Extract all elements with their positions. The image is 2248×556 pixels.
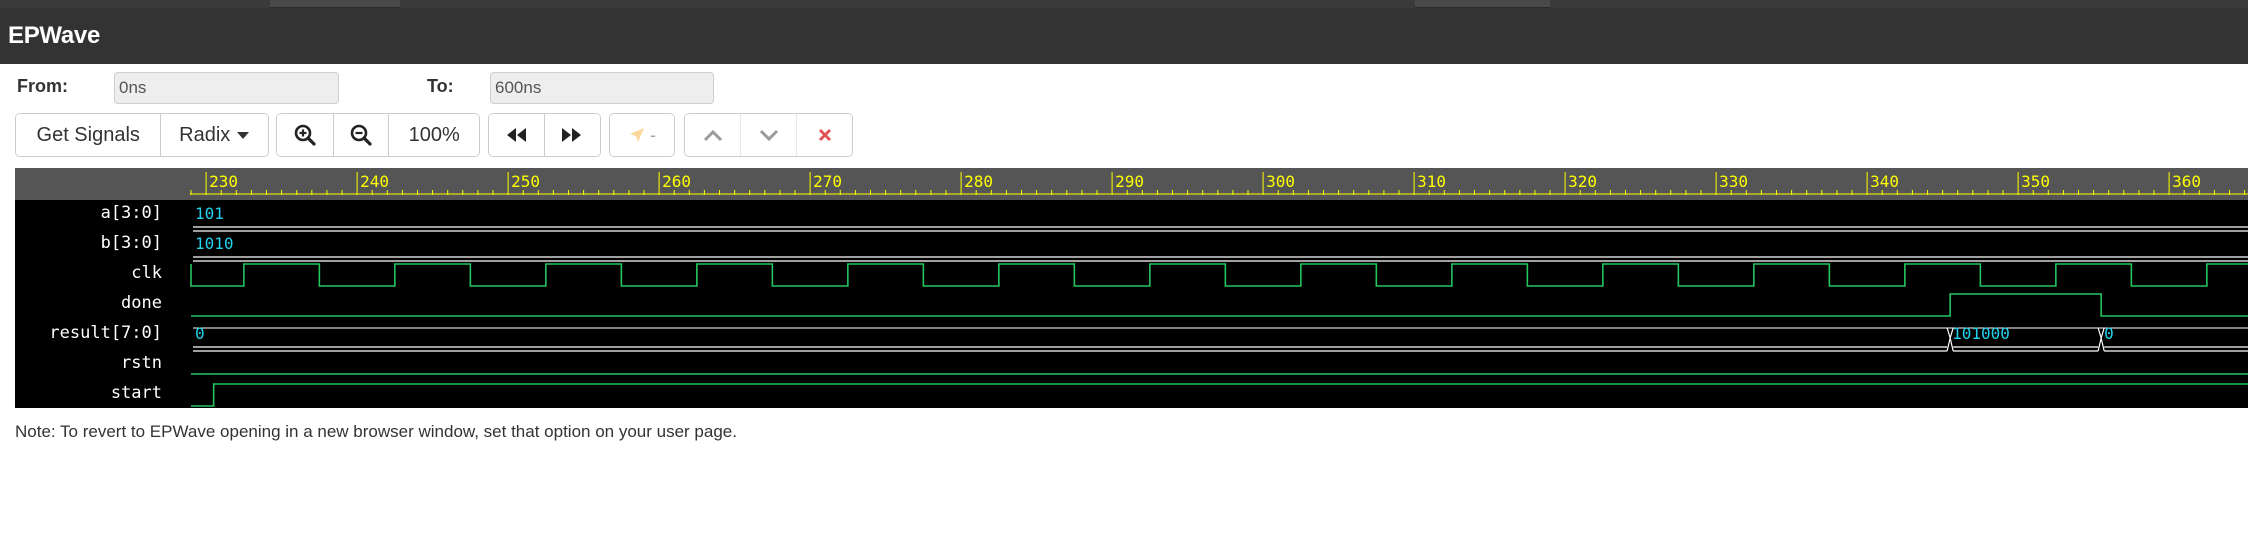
ruler-tick-label: 250 [511, 172, 540, 191]
signals-button-group: Get Signals Radix [15, 113, 269, 157]
navigation-button-group [684, 113, 853, 157]
ruler-tick-label: 270 [813, 172, 842, 191]
signal-name[interactable]: rstn [121, 353, 162, 373]
bus-value: 1010 [195, 234, 234, 253]
to-label: To: [427, 76, 454, 96]
ruler-tick-label: 300 [1266, 172, 1295, 191]
start-waveform [191, 383, 2248, 407]
waveform-viewer[interactable]: 230 240 250 260 270 280 290 300 310 320 330 340 350 3… [15, 168, 2248, 408]
radix-dropdown-button[interactable]: Radix [161, 114, 268, 156]
result-value: 0 [195, 324, 205, 343]
bus-value: 101 [195, 204, 224, 223]
zoom-out-button[interactable] [333, 114, 390, 156]
cursor-value: - [650, 124, 656, 145]
zoom-in-button[interactable] [277, 114, 334, 156]
signal-name[interactable]: b[3:0] [101, 233, 162, 253]
location-arrow-icon [630, 128, 644, 142]
close-icon [818, 128, 831, 142]
result-value: 101000 [1952, 324, 2010, 343]
chevron-up-icon [703, 129, 722, 142]
jump-button-group [488, 113, 601, 157]
next-edge-button[interactable] [741, 114, 797, 156]
ruler-tick-label: 240 [360, 172, 389, 191]
note-text: Note: To revert to EPWave opening in a n… [15, 422, 737, 441]
waveform-canvas[interactable]: 230 240 250 260 270 280 290 300 310 320 330 340 350 3… [15, 168, 2248, 408]
zoom-level-button[interactable]: 100% [389, 114, 479, 156]
caret-down-icon [237, 132, 250, 139]
signal-name[interactable]: done [121, 293, 162, 313]
ruler-tick-label: 260 [662, 172, 691, 191]
get-signals-button[interactable]: Get Signals [16, 114, 162, 156]
zoom-button-group: 100% [276, 113, 480, 157]
signal-name[interactable]: a[3:0] [101, 203, 162, 223]
browser-top-strip [0, 0, 2248, 8]
to-input[interactable] [490, 72, 714, 104]
fast-forward-icon [562, 128, 582, 142]
app-title: EPWave [8, 22, 101, 49]
cursor-button-group: - [609, 113, 675, 157]
from-label: From: [17, 76, 68, 96]
from-input[interactable] [114, 72, 339, 104]
top-strip-tab [1415, 0, 1550, 8]
zoom-out-icon [350, 124, 372, 146]
ruler-tick-label: 230 [209, 172, 238, 191]
ruler-tick-label: 360 [2172, 172, 2201, 191]
ruler-tick-label: 320 [1568, 172, 1597, 191]
cursor-marker-button[interactable]: - [610, 114, 674, 156]
fast-backward-icon [507, 128, 527, 142]
signal-name[interactable]: start [111, 383, 162, 403]
remove-signal-button[interactable] [797, 114, 852, 156]
ruler-tick-label: 310 [1417, 172, 1446, 191]
ruler-tick-label: 340 [1870, 172, 1899, 191]
signal-name-list: a[3:0] b[3:0] clk done result[7:0] rstn start [15, 200, 190, 408]
app-header: EPWave [0, 8, 2248, 64]
jump-to-start-button[interactable] [489, 114, 545, 156]
jump-to-end-button[interactable] [544, 114, 600, 156]
top-strip-tab [270, 0, 400, 8]
result-value: 0 [2104, 324, 2114, 343]
ruler-tick-label: 350 [2021, 172, 2050, 191]
ruler-tick-label: 290 [1115, 172, 1144, 191]
ruler-tick-label: 280 [964, 172, 993, 191]
radix-label: Radix [179, 123, 231, 146]
signal-name[interactable]: clk [131, 263, 162, 283]
chevron-down-icon [759, 129, 778, 142]
clk-waveform [190, 263, 2248, 287]
zoom-in-icon [294, 124, 316, 146]
signal-name[interactable]: result[7:0] [49, 323, 162, 343]
previous-edge-button[interactable] [685, 114, 741, 156]
done-waveform [191, 293, 2248, 317]
ruler-tick-label: 330 [1719, 172, 1748, 191]
